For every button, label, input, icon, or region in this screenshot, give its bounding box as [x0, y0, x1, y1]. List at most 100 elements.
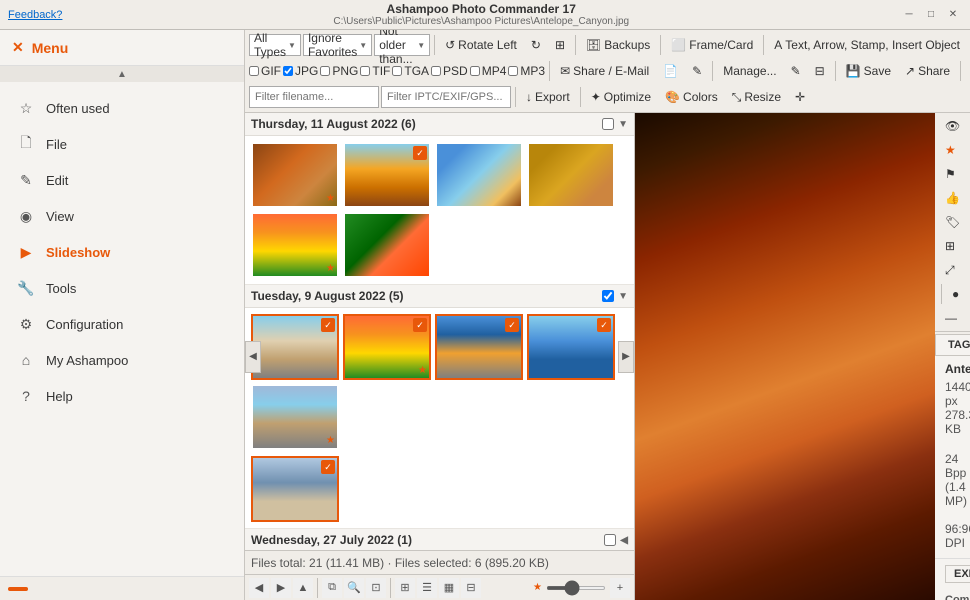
manage-extra-button[interactable]: ⊟: [809, 60, 831, 82]
type-dropdown[interactable]: All Types ▼: [249, 34, 301, 56]
thumb-star-p5[interactable]: ★: [326, 263, 335, 274]
nav-up-button[interactable]: ▲: [293, 578, 313, 598]
thumbnail-p8[interactable]: ✓ ★: [343, 314, 431, 380]
gif-label: GIF: [261, 64, 281, 78]
mp4-checkbox[interactable]: [470, 66, 480, 76]
jpg-checkbox[interactable]: [283, 66, 293, 76]
filter-iptc-input[interactable]: [381, 86, 511, 108]
thumbnail-p10[interactable]: ✓: [527, 314, 615, 380]
zoom-in-button[interactable]: +: [610, 578, 630, 598]
date-header-3[interactable]: Wednesday, 27 July 2022 (1) ◀: [245, 529, 634, 550]
tga-checkbox[interactable]: [392, 66, 402, 76]
exif-tab[interactable]: EXIF: [945, 565, 970, 583]
rotate-left-button[interactable]: ↺ Rotate Left: [439, 34, 523, 56]
thumbnail-p3[interactable]: [435, 142, 523, 208]
sidebar-item-view[interactable]: ◉ View: [0, 198, 244, 234]
frame-card-button[interactable]: ⬜ Frame/Card: [665, 34, 759, 56]
sidebar-item-tools[interactable]: 🔧 Tools: [0, 270, 244, 306]
rt-expand-button[interactable]: ⤢: [939, 259, 961, 281]
sidebar-item-configuration[interactable]: ⚙ Configuration: [0, 306, 244, 342]
export-button[interactable]: ↓ Export: [520, 86, 576, 108]
browser-scroll[interactable]: Thursday, 11 August 2022 (6) ▼ ★: [245, 113, 634, 550]
rt-dot-button[interactable]: ●: [946, 283, 965, 305]
thumb-star-p1[interactable]: ★: [326, 193, 335, 204]
date-checkbox-2[interactable]: [602, 290, 614, 302]
psd-checkbox[interactable]: [431, 66, 441, 76]
date-header-1[interactable]: Thursday, 11 August 2022 (6) ▼: [245, 113, 634, 136]
manage-button[interactable]: Manage...: [717, 60, 782, 82]
refresh-button[interactable]: ↻: [525, 34, 547, 56]
sidebar-item-edit[interactable]: ✎ Edit: [0, 162, 244, 198]
sidebar-scroll-up[interactable]: ▲: [0, 66, 244, 82]
gif-checkbox[interactable]: [249, 66, 259, 76]
date-checkbox-3[interactable]: [604, 534, 616, 546]
doc-button[interactable]: 📄: [657, 60, 684, 82]
nav-search-button[interactable]: 🔍: [344, 578, 364, 598]
text-arrow-button[interactable]: A Text, Arrow, Stamp, Insert Object: [768, 34, 966, 56]
arrange-button[interactable]: ✛: [789, 86, 811, 108]
sidebar-item-file[interactable]: 🗋 File: [0, 126, 244, 162]
thumbnail-p11[interactable]: ★: [251, 384, 339, 450]
date-collapse-3[interactable]: ◀: [620, 535, 628, 546]
thumbnail-p5[interactable]: ★: [251, 212, 339, 278]
nav-view2-button[interactable]: ☰: [417, 578, 437, 598]
thumbnail-p6[interactable]: [343, 212, 431, 278]
browser-arrow-left[interactable]: ◀: [245, 341, 261, 373]
nav-view3-button[interactable]: ▦: [439, 578, 459, 598]
grid-button[interactable]: ⊞: [549, 34, 571, 56]
sidebar-item-help[interactable]: ? Help: [0, 378, 244, 414]
nav-zoom-fit-button[interactable]: ⊡: [366, 578, 386, 598]
close-button[interactable]: ✕: [944, 6, 962, 24]
nav-copy-button[interactable]: ⧉: [322, 578, 342, 598]
rt-view-button[interactable]: 👁: [939, 115, 966, 137]
nav-next-button[interactable]: ▶: [271, 578, 291, 598]
optimize-button[interactable]: ✦ Optimize: [585, 86, 657, 108]
age-dropdown[interactable]: Not older than... ▼: [374, 34, 430, 56]
view-improve-button[interactable]: 🔍 View, Improve, Repair Photo: [965, 60, 970, 82]
date-collapse-1[interactable]: ▼: [618, 119, 628, 130]
minimize-button[interactable]: ─: [900, 6, 918, 24]
manage-edit-button[interactable]: ✎: [785, 60, 807, 82]
sidebar-item-my-ashampoo[interactable]: ⌂ My Ashampoo: [0, 342, 244, 378]
resize-button[interactable]: ⤡ Resize: [726, 86, 787, 108]
rt-tag-button[interactable]: 🏷: [939, 211, 966, 233]
sidebar-item-slideshow[interactable]: ▶ Slideshow: [0, 234, 244, 270]
preview-image-area[interactable]: [635, 113, 935, 600]
backups-button[interactable]: 🗄 Backups: [580, 34, 656, 56]
rt-flag-button[interactable]: ⚑: [939, 163, 962, 185]
zoom-slider[interactable]: [546, 586, 606, 590]
browser-arrow-right[interactable]: ▶: [618, 341, 634, 373]
date-header-2[interactable]: Tuesday, 9 August 2022 (5) ▼: [245, 285, 634, 308]
save-button[interactable]: 💾 Save: [840, 60, 897, 82]
feedback-link[interactable]: Feedback?: [8, 9, 62, 21]
share-button[interactable]: ↗ Share: [899, 60, 956, 82]
colors-button[interactable]: 🎨 Colors: [659, 86, 724, 108]
edit2-button[interactable]: ✎: [686, 60, 708, 82]
rt-minus-button[interactable]: —: [939, 307, 963, 329]
date-collapse-2[interactable]: ▼: [618, 291, 628, 302]
tab-tags[interactable]: TAGS: [935, 334, 970, 355]
date-checkbox-1[interactable]: [602, 118, 614, 130]
thumbnail-p7[interactable]: ✓: [251, 314, 339, 380]
nav-prev-button[interactable]: ◀: [249, 578, 269, 598]
thumb-star-p8[interactable]: ★: [418, 365, 427, 376]
thumbnail-p11b[interactable]: ✓: [251, 456, 339, 522]
favorites-dropdown[interactable]: Ignore Favorites ▼: [303, 34, 372, 56]
thumbnail-p4[interactable]: [527, 142, 615, 208]
tif-checkbox[interactable]: [360, 66, 370, 76]
png-checkbox[interactable]: [320, 66, 330, 76]
rt-thumb-button[interactable]: 👍: [939, 187, 966, 209]
share-email-button[interactable]: ✉ Share / E-Mail: [554, 60, 655, 82]
thumbnail-p9[interactable]: ✓: [435, 314, 523, 380]
rt-star-button[interactable]: ★: [939, 139, 962, 161]
nav-view4-button[interactable]: ⊟: [461, 578, 481, 598]
filter-filename-input[interactable]: [249, 86, 379, 108]
sidebar-item-often-used[interactable]: ☆ Often used: [0, 90, 244, 126]
thumb-star-p11[interactable]: ★: [326, 435, 335, 446]
nav-view1-button[interactable]: ⊞: [395, 578, 415, 598]
maximize-button[interactable]: □: [922, 6, 940, 24]
thumbnail-p2[interactable]: ✓: [343, 142, 431, 208]
thumbnail-p1[interactable]: ★: [251, 142, 339, 208]
mp3-checkbox[interactable]: [508, 66, 518, 76]
rt-grid-button[interactable]: ⊞: [939, 235, 961, 257]
